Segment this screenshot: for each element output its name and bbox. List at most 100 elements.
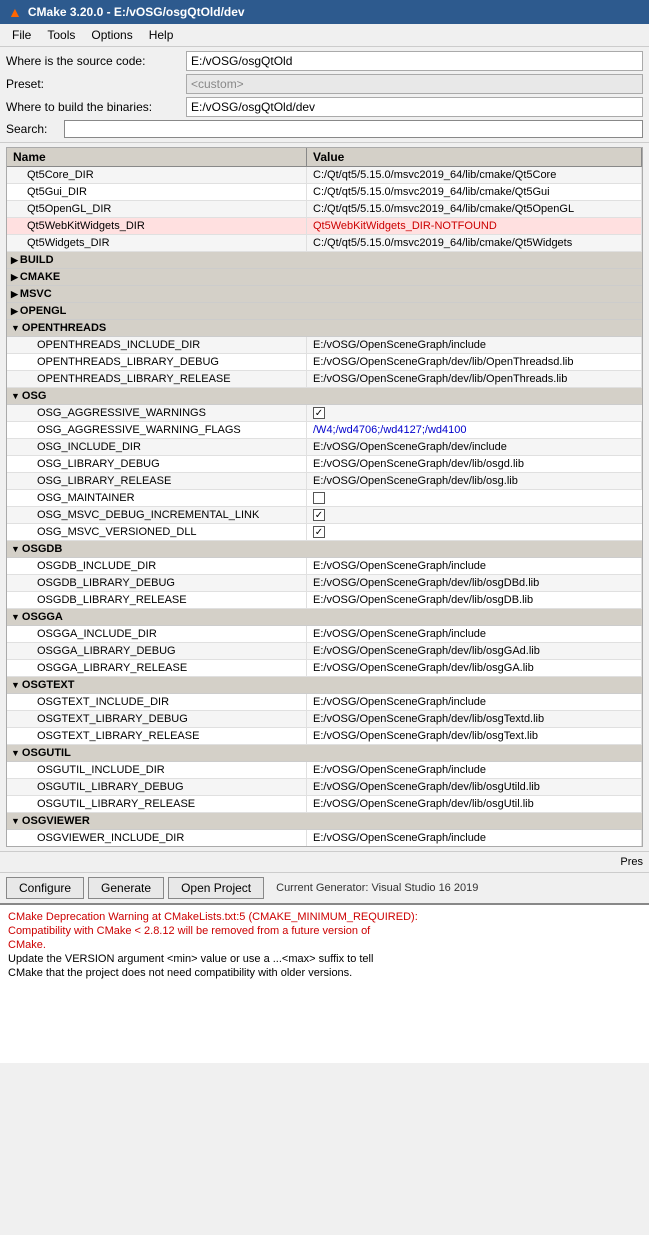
table-row[interactable]: OSG_INCLUDE_DIR E:/vOSG/OpenSceneGraph/d…: [7, 439, 642, 456]
row-name: OSGDB_LIBRARY_DEBUG: [7, 575, 307, 591]
table-row[interactable]: Qt5WebKitWidgets_DIR Qt5WebKitWidgets_DI…: [7, 218, 642, 235]
table-row[interactable]: Qt5OpenGL_DIR C:/Qt/qt5/5.15.0/msvc2019_…: [7, 201, 642, 218]
section-osgtext[interactable]: ▼ OSGTEXT: [7, 677, 642, 694]
table-row[interactable]: OSGUTIL_LIBRARY_DEBUG E:/vOSG/OpenSceneG…: [7, 779, 642, 796]
generate-button[interactable]: Generate: [88, 877, 164, 899]
menu-file[interactable]: File: [4, 26, 39, 44]
row-value: E:/vOSG/OpenSceneGraph/dev/lib/OpenThrea…: [307, 354, 642, 370]
row-value: E:/vOSG/OpenSceneGraph/dev/lib/osgTextd.…: [307, 711, 642, 727]
expand-icon: ▶: [11, 255, 18, 266]
table-row[interactable]: OSGGA_INCLUDE_DIR E:/vOSG/OpenSceneGraph…: [7, 626, 642, 643]
table-row[interactable]: Qt5Widgets_DIR C:/Qt/qt5/5.15.0/msvc2019…: [7, 235, 642, 252]
checkbox[interactable]: [313, 509, 325, 521]
row-value: E:/vOSG/OpenSceneGraph/dev/lib/osgDB.lib: [307, 592, 642, 608]
preset-input[interactable]: [186, 74, 643, 94]
row-name: OSGGA_LIBRARY_RELEASE: [7, 660, 307, 676]
row-value[interactable]: [307, 405, 642, 421]
section-msvc[interactable]: ▶ MSVC: [7, 286, 642, 303]
open-project-button[interactable]: Open Project: [168, 877, 264, 899]
row-value[interactable]: [307, 524, 642, 540]
row-value: E:/vOSG/OpenSceneGraph/include: [307, 337, 642, 353]
section-label: OSGTEXT: [22, 679, 75, 691]
section-label: CMAKE: [20, 271, 60, 283]
row-value: E:/vOSG/OpenSceneGraph/include: [307, 762, 642, 778]
table-row[interactable]: OPENTHREADS_LIBRARY_DEBUG E:/vOSG/OpenSc…: [7, 354, 642, 371]
output-area: CMake Deprecation Warning at CMakeLists.…: [0, 903, 649, 1063]
table-row[interactable]: OSGGA_LIBRARY_DEBUG E:/vOSG/OpenSceneGra…: [7, 643, 642, 660]
table-row[interactable]: OSGDB_INCLUDE_DIR E:/vOSG/OpenSceneGraph…: [7, 558, 642, 575]
search-row: Search:: [6, 120, 643, 138]
row-value: E:/vOSG/OpenSceneGraph/dev/lib/osgUtil.l…: [307, 796, 642, 812]
search-input[interactable]: [64, 120, 643, 138]
configure-button[interactable]: Configure: [6, 877, 84, 899]
bottom-text: Pres: [620, 856, 643, 868]
value-header: Value: [307, 148, 642, 166]
table-row[interactable]: OSG_MAINTAINER: [7, 490, 642, 507]
row-value: E:/vOSG/OpenSceneGraph/dev/lib/osgDBd.li…: [307, 575, 642, 591]
section-opengl[interactable]: ▶ OPENGL: [7, 303, 642, 320]
name-header: Name: [7, 148, 307, 166]
preset-row: Preset:: [6, 74, 643, 94]
row-value[interactable]: [307, 490, 642, 506]
menu-tools[interactable]: Tools: [39, 26, 83, 44]
button-bar: Configure Generate Open Project Current …: [0, 872, 649, 903]
row-name: OSGDB_INCLUDE_DIR: [7, 558, 307, 574]
section-openthreads[interactable]: ▼ OPENTHREADS: [7, 320, 642, 337]
title-text: CMake 3.20.0 - E:/vOSG/osgQtOld/dev: [28, 5, 245, 19]
table-row[interactable]: OSG_AGGRESSIVE_WARNING_FLAGS /W4;/wd4706…: [7, 422, 642, 439]
table-row[interactable]: OPENTHREADS_LIBRARY_RELEASE E:/vOSG/Open…: [7, 371, 642, 388]
expand-icon: ▼: [11, 748, 20, 758]
section-label: MSVC: [20, 288, 52, 300]
section-osgviewer[interactable]: ▼ OSGVIEWER: [7, 813, 642, 830]
section-label: OSGDB: [22, 543, 62, 555]
table-row[interactable]: OSGGA_LIBRARY_RELEASE E:/vOSG/OpenSceneG…: [7, 660, 642, 677]
row-value: /W4;/wd4706;/wd4127;/wd4100: [307, 422, 642, 438]
row-value: E:/vOSG/OpenSceneGraph/dev/lib/osgGA.lib: [307, 660, 642, 676]
table-row[interactable]: OSGTEXT_LIBRARY_RELEASE E:/vOSG/OpenScen…: [7, 728, 642, 745]
row-value: E:/vOSG/OpenSceneGraph/dev/lib/osgUtild.…: [307, 779, 642, 795]
checkbox[interactable]: [313, 526, 325, 538]
checkbox[interactable]: [313, 407, 325, 419]
section-osgutil[interactable]: ▼ OSGUTIL: [7, 745, 642, 762]
build-input[interactable]: [186, 97, 643, 117]
section-label: OSGUTIL: [22, 747, 71, 759]
row-name: OSGUTIL_LIBRARY_DEBUG: [7, 779, 307, 795]
table-row[interactable]: OSG_AGGRESSIVE_WARNINGS: [7, 405, 642, 422]
table-row[interactable]: Qt5Core_DIR C:/Qt/qt5/5.15.0/msvc2019_64…: [7, 167, 642, 184]
section-build[interactable]: ▶ BUILD: [7, 252, 642, 269]
table-row[interactable]: OSGTEXT_LIBRARY_DEBUG E:/vOSG/OpenSceneG…: [7, 711, 642, 728]
table-row[interactable]: OSG_MSVC_DEBUG_INCREMENTAL_LINK: [7, 507, 642, 524]
row-value[interactable]: [307, 507, 642, 523]
row-value: C:/Qt/qt5/5.15.0/msvc2019_64/lib/cmake/Q…: [307, 184, 642, 200]
row-value: E:/vOSG/OpenSceneGraph/dev/lib/OpenThrea…: [307, 371, 642, 387]
menu-help[interactable]: Help: [141, 26, 182, 44]
row-name: OSG_LIBRARY_RELEASE: [7, 473, 307, 489]
output-line-6: CMake that the project does not need com…: [8, 967, 641, 979]
section-osgdb[interactable]: ▼ OSGDB: [7, 541, 642, 558]
table-row[interactable]: OPENTHREADS_INCLUDE_DIR E:/vOSG/OpenScen…: [7, 337, 642, 354]
table-row[interactable]: OSGDB_LIBRARY_RELEASE E:/vOSG/OpenSceneG…: [7, 592, 642, 609]
table-row[interactable]: OSG_MSVC_VERSIONED_DLL: [7, 524, 642, 541]
row-name: OSG_MSVC_DEBUG_INCREMENTAL_LINK: [7, 507, 307, 523]
row-value: E:/vOSG/OpenSceneGraph/dev/lib/osgGAd.li…: [307, 643, 642, 659]
section-osgga[interactable]: ▼ OSGGA: [7, 609, 642, 626]
table-row[interactable]: OSGVIEWER_INCLUDE_DIR E:/vOSG/OpenSceneG…: [7, 830, 642, 847]
table-row[interactable]: OSGUTIL_INCLUDE_DIR E:/vOSG/OpenSceneGra…: [7, 762, 642, 779]
table-row[interactable]: OSG_LIBRARY_RELEASE E:/vOSG/OpenSceneGra…: [7, 473, 642, 490]
section-cmake[interactable]: ▶ CMAKE: [7, 269, 642, 286]
menu-options[interactable]: Options: [83, 26, 140, 44]
checkbox[interactable]: [313, 492, 325, 504]
table-row[interactable]: OSGDB_LIBRARY_DEBUG E:/vOSG/OpenSceneGra…: [7, 575, 642, 592]
section-osg[interactable]: ▼ OSG: [7, 388, 642, 405]
table-row[interactable]: OSGTEXT_INCLUDE_DIR E:/vOSG/OpenSceneGra…: [7, 694, 642, 711]
row-name: OSGUTIL_LIBRARY_RELEASE: [7, 796, 307, 812]
table-row[interactable]: OSGUTIL_LIBRARY_RELEASE E:/vOSG/OpenScen…: [7, 796, 642, 813]
search-label: Search:: [6, 122, 64, 136]
table-row[interactable]: OSG_LIBRARY_DEBUG E:/vOSG/OpenSceneGraph…: [7, 456, 642, 473]
row-name: OSG_MAINTAINER: [7, 490, 307, 506]
table-row[interactable]: Qt5Gui_DIR C:/Qt/qt5/5.15.0/msvc2019_64/…: [7, 184, 642, 201]
source-input[interactable]: [186, 51, 643, 71]
expand-icon: ▶: [11, 289, 18, 300]
expand-icon: ▼: [11, 612, 20, 622]
row-name: OSG_MSVC_VERSIONED_DLL: [7, 524, 307, 540]
